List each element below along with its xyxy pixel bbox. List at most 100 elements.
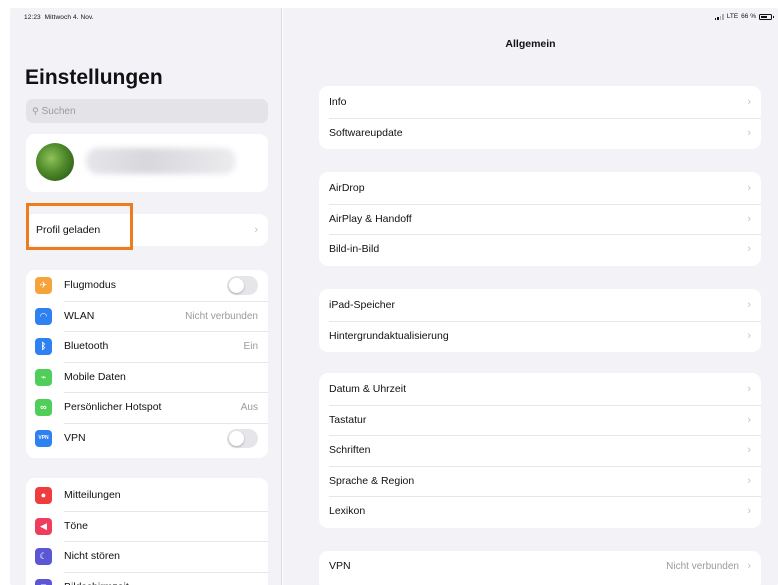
general-group-2: AirDrop › AirPlay & Handoff › Bild-in-Bild › (319, 172, 761, 266)
status-date: Mittwoch 4. Nov. (44, 14, 94, 21)
sidebar-item-bildschirmzeit[interactable]: ⧗ Bildschirmzeit (26, 572, 268, 585)
sidebar-item-label: Nicht stören (64, 550, 121, 563)
general-item-label: Softwareupdate (329, 127, 403, 140)
notifications-group: ● Mitteilungen ◀ Töne ☾ Nicht stören ⧗ Bildschi… (26, 478, 268, 585)
general-item-label: Bild-in-Bild (329, 243, 380, 256)
general-item-label: Hintergrundaktualisierung (329, 330, 449, 343)
general-item-hintergrundaktualisierung[interactable]: Hintergrundaktualisierung › (319, 321, 761, 352)
orange-highlight-box (26, 203, 133, 250)
status-indicators: LTE 66 % (714, 13, 774, 20)
general-item-label: Datum & Uhrzeit (329, 383, 407, 396)
detail-title: Allgemein (505, 38, 556, 50)
general-item-label: Sprache & Region (329, 475, 415, 488)
general-vpn-group: VPN Nicht verbunden › (319, 551, 761, 585)
status-time-date: 12:23 Mittwoch 4. Nov. (24, 14, 94, 21)
chevron-right-icon: › (747, 475, 751, 488)
vpn-status-value: Nicht verbunden (666, 560, 739, 572)
sound-icon: ◀ (35, 517, 52, 535)
general-item-label: AirDrop (329, 182, 365, 195)
sidebar-item-label: Töne (64, 520, 88, 533)
chevron-right-icon: › (747, 330, 751, 343)
general-group-3: iPad-Speicher › Hintergrundaktualisierung › (319, 289, 761, 352)
general-item-label: Info (329, 96, 347, 109)
general-item-lexikon[interactable]: Lexikon › (319, 496, 761, 527)
general-group-4: Datum & Uhrzeit › Tastatur › Schriften › Sprac… (319, 373, 761, 528)
general-item-datum-uhrzeit[interactable]: Datum & Uhrzeit › (319, 374, 761, 405)
chevron-right-icon: › (747, 299, 751, 312)
sidebar-item-label: Mitteilungen (64, 489, 121, 502)
toggle-switch[interactable] (227, 428, 258, 448)
chevron-right-icon: › (747, 243, 751, 256)
sidebar-item-bluetooth[interactable]: ᛒ Bluetooth Ein (26, 331, 268, 362)
notifications-icon: ● (35, 486, 52, 504)
sidebar-item-label: Persönlicher Hotspot (64, 401, 162, 414)
general-item-airplay-handoff[interactable]: AirPlay & Handoff › (319, 204, 761, 235)
general-group-1: Info › Softwareupdate › (319, 86, 761, 149)
chevron-right-icon: › (747, 383, 751, 396)
settings-sidebar: 12:23 Mittwoch 4. Nov. Einstellungen ⚲ S… (10, 8, 282, 585)
sidebar-item-mitteilungen[interactable]: ● Mitteilungen (26, 480, 268, 511)
chevron-right-icon: › (747, 444, 751, 457)
vpn-icon: VPN (35, 429, 52, 447)
sidebar-item-value: Ein (243, 340, 258, 352)
general-item-info[interactable]: Info › (319, 87, 761, 118)
sidebar-item-value: Nicht verbunden (185, 310, 258, 322)
search-icon: ⚲ (32, 105, 39, 116)
sidebar-item-vpn[interactable]: VPN VPN (26, 423, 268, 454)
sidebar-item-t-ne[interactable]: ◀ Töne (26, 511, 268, 542)
general-item-schriften[interactable]: Schriften › (319, 435, 761, 466)
sidebar-item-label: WLAN (64, 310, 95, 323)
toggle-switch[interactable] (227, 275, 258, 295)
sidebar-item-label: Mobile Daten (64, 371, 126, 384)
page-title: Einstellungen (25, 66, 163, 89)
sidebar-item-value: Aus (240, 401, 258, 413)
wifi-icon: ◠ (35, 307, 52, 325)
general-item-label: Tastatur (329, 414, 367, 427)
chevron-right-icon: › (747, 560, 751, 572)
sidebar-item-pers-nlicher-hotspot[interactable]: ∞ Persönlicher Hotspot Aus (26, 392, 268, 423)
connectivity-group: ✈ Flugmodus ◠ WLAN Nicht verbunden ᛒ Bluetooth… (26, 270, 268, 458)
chevron-right-icon: › (254, 224, 258, 236)
search-field[interactable]: ⚲ Suchen (26, 99, 268, 123)
sidebar-item-label: VPN (64, 432, 86, 445)
general-item-tastatur[interactable]: Tastatur › (319, 405, 761, 436)
sidebar-item-label: Flugmodus (64, 279, 116, 292)
avatar (36, 143, 74, 181)
sidebar-item-wlan[interactable]: ◠ WLAN Nicht verbunden (26, 301, 268, 332)
signal-icon (714, 13, 724, 20)
moon-icon: ☾ (35, 547, 52, 565)
airplane-icon: ✈ (35, 276, 52, 294)
sidebar-item-label: Bildschirmzeit (64, 581, 129, 585)
general-item-softwareupdate[interactable]: Softwareupdate › (319, 118, 761, 149)
redacted-account-name (86, 148, 236, 174)
general-item-label: iPad-Speicher (329, 299, 395, 312)
general-item-ipad-speicher[interactable]: iPad-Speicher › (319, 290, 761, 321)
hotspot-icon: ∞ (35, 398, 52, 416)
general-item-label: AirPlay & Handoff (329, 213, 412, 226)
general-item-vpn[interactable]: VPN Nicht verbunden › (319, 551, 761, 581)
bluetooth-icon: ᛒ (35, 337, 52, 355)
chevron-right-icon: › (747, 182, 751, 195)
apple-id-profile-card[interactable] (26, 134, 268, 192)
ipad-screen: 12:23 Mittwoch 4. Nov. Einstellungen ⚲ S… (10, 8, 778, 585)
general-item-sprache-region[interactable]: Sprache & Region › (319, 466, 761, 497)
sidebar-item-nicht-st-ren[interactable]: ☾ Nicht stören (26, 541, 268, 572)
general-detail-pane: LTE 66 % Allgemein Info › Softwareupdate › A… (283, 8, 778, 585)
chevron-right-icon: › (747, 505, 751, 518)
sidebar-item-label: Bluetooth (64, 340, 109, 353)
battery-percent: 66 % (741, 13, 756, 20)
chevron-right-icon: › (747, 414, 751, 427)
network-type: LTE (726, 13, 739, 20)
chevron-right-icon: › (747, 127, 751, 140)
general-item-label: Lexikon (329, 505, 366, 518)
sidebar-item-flugmodus[interactable]: ✈ Flugmodus (26, 270, 268, 301)
general-item-airdrop[interactable]: AirDrop › (319, 173, 761, 204)
chevron-right-icon: › (747, 96, 751, 109)
antenna-icon: ⌁ (35, 368, 52, 386)
sidebar-item-mobile-daten[interactable]: ⌁ Mobile Daten (26, 362, 268, 393)
chevron-right-icon: › (747, 213, 751, 226)
general-item-label: Schriften (329, 444, 371, 457)
battery-icon (759, 13, 774, 20)
general-item-label: VPN (329, 560, 351, 572)
general-item-bild-in-bild[interactable]: Bild-in-Bild › (319, 234, 761, 265)
